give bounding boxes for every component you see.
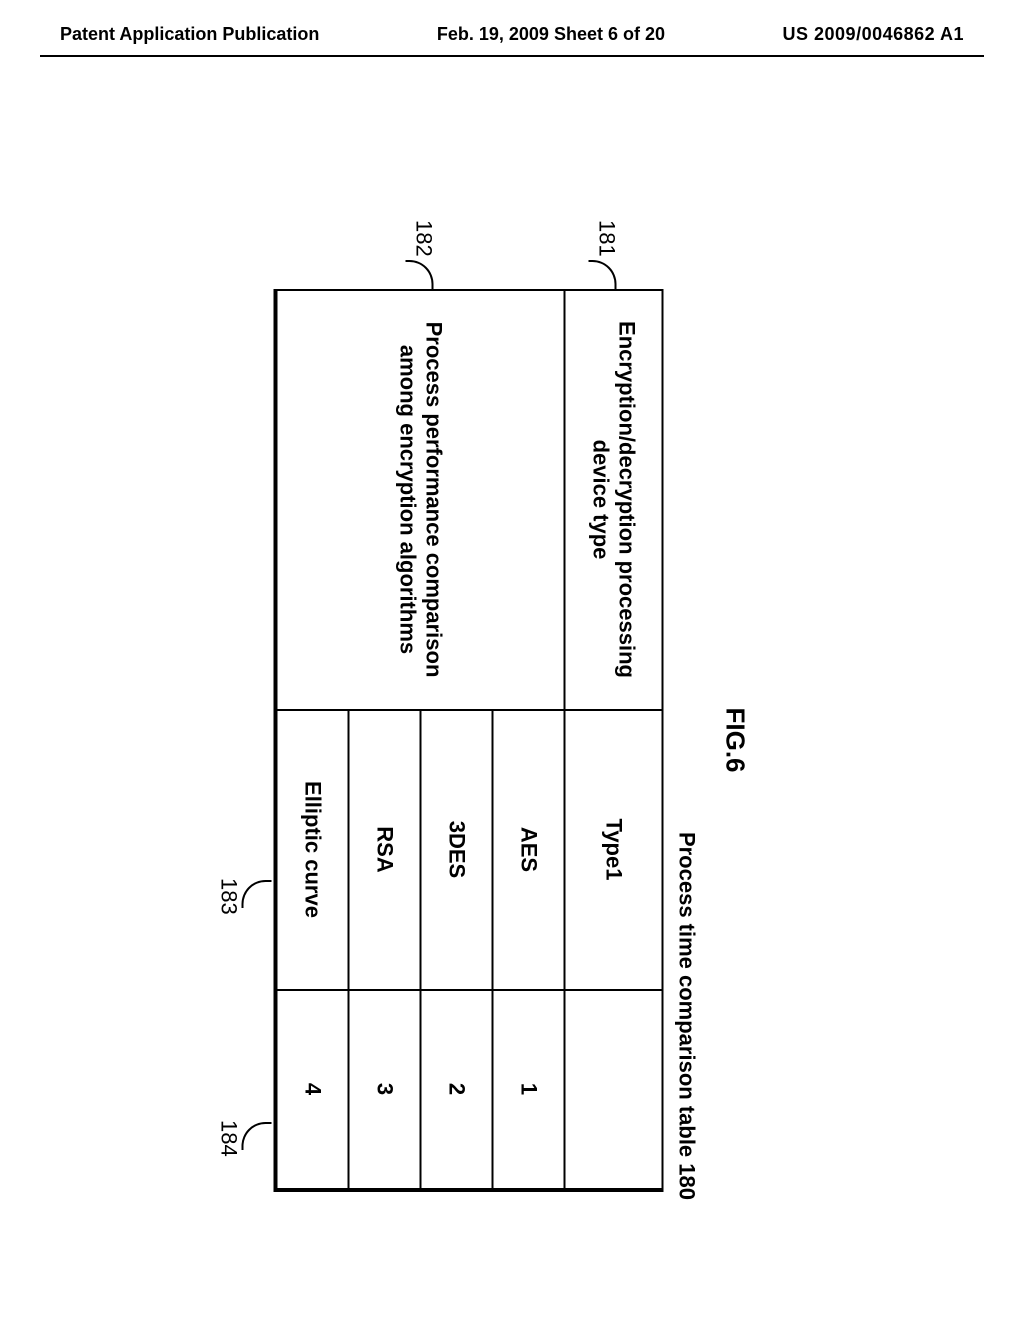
callout-181-leader — [589, 260, 617, 290]
callout-182-leader — [406, 260, 434, 290]
header-left: Patent Application Publication — [60, 24, 319, 45]
table-row: Encryption/decryption processing device … — [565, 290, 663, 1190]
algo-aes: AES — [493, 710, 565, 990]
val-rsa: 3 — [349, 990, 421, 1190]
header-blank — [565, 990, 663, 1190]
header-right: US 2009/0046862 A1 — [783, 24, 964, 45]
header-rule — [40, 55, 984, 57]
process-time-table: Encryption/decryption processing device … — [274, 289, 664, 1192]
header-type1: Type1 — [565, 710, 663, 990]
callout-182: 182 — [411, 220, 437, 257]
figure-rotated-container: FIG.6 Process time comparison table 180 … — [274, 220, 751, 1260]
callout-184-leader — [242, 1122, 272, 1150]
callout-184: 184 — [216, 1120, 242, 1157]
callout-181: 181 — [594, 220, 620, 257]
group-label: Process performance comparison among enc… — [276, 290, 565, 710]
algo-rsa: RSA — [349, 710, 421, 990]
table-caption: Process time comparison table 180 — [674, 220, 700, 1200]
header-device-type: Encryption/decryption processing device … — [565, 290, 663, 710]
callout-183-leader — [242, 880, 272, 908]
val-elliptic: 4 — [276, 990, 349, 1190]
algo-3des: 3DES — [421, 710, 493, 990]
figure-title: FIG.6 — [720, 220, 751, 1260]
table-row: Process performance comparison among enc… — [493, 290, 565, 1190]
algo-elliptic: Elliptic curve — [276, 710, 349, 990]
callout-183: 183 — [216, 878, 242, 915]
header-center: Feb. 19, 2009 Sheet 6 of 20 — [437, 24, 665, 45]
val-3des: 2 — [421, 990, 493, 1190]
val-aes: 1 — [493, 990, 565, 1190]
page-header: Patent Application Publication Feb. 19, … — [0, 0, 1024, 51]
